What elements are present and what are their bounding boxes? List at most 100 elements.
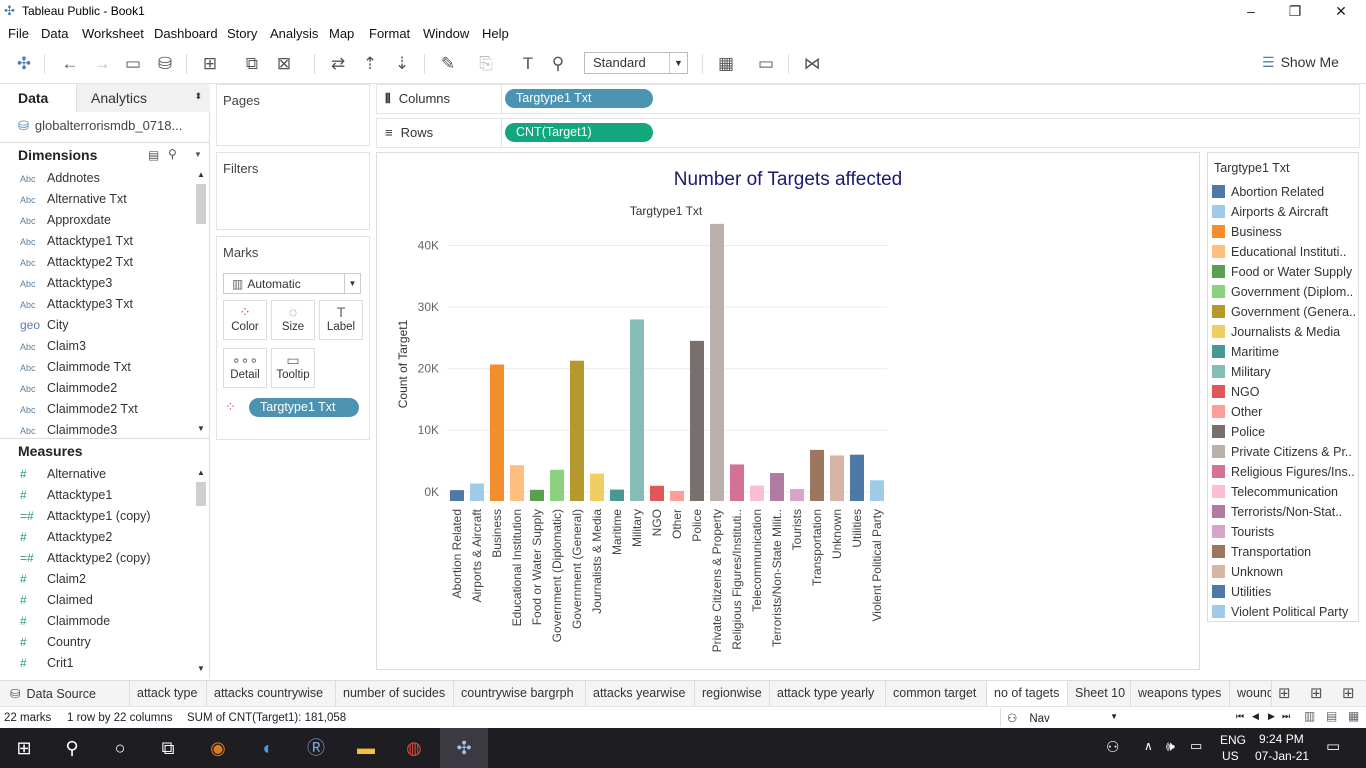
swap-icon[interactable]: ⇄ — [326, 52, 350, 76]
dimension-field[interactable]: Abc Addnotes — [20, 171, 100, 192]
windows-start-icon[interactable]: ⊞ — [0, 728, 48, 768]
clock-time[interactable]: 9:24 PM — [1259, 732, 1304, 746]
tab-sheet[interactable]: attack type — [130, 681, 207, 706]
legend-item[interactable]: Military — [1212, 365, 1358, 385]
first-sheet-icon[interactable]: ⏮ — [1236, 711, 1244, 722]
pin-icon[interactable]: ⚲ — [546, 52, 570, 76]
menu-analysis[interactable]: Analysis — [270, 26, 318, 41]
detail-button[interactable]: ∘∘∘ Detail — [223, 348, 267, 388]
legend-item[interactable]: Maritime — [1212, 345, 1358, 365]
app-icon[interactable]: ◉ — [194, 728, 242, 768]
tab-sheet[interactable]: attack type yearly — [770, 681, 886, 706]
search-icon[interactable]: ⚲ — [48, 728, 96, 768]
duplicate-sheet-icon[interactable]: ⧉ — [240, 52, 264, 76]
new-worksheet-icon[interactable]: ⊞ — [198, 52, 222, 76]
file-explorer-icon[interactable]: ▬ — [342, 728, 390, 768]
measure-field[interactable]: =# Attacktype2 (copy) — [20, 551, 151, 572]
network-icon[interactable]: ▭ — [1190, 738, 1202, 754]
last-sheet-icon[interactable]: ⏭ — [1282, 711, 1290, 722]
r-icon[interactable]: Ⓡ — [292, 728, 340, 768]
language-primary[interactable]: ENG — [1220, 733, 1246, 747]
legend-item[interactable]: Food or Water Supply — [1212, 265, 1358, 285]
legend-item[interactable]: Unknown — [1212, 565, 1358, 585]
measure-field[interactable]: =# Attacktype1 (copy) — [20, 509, 151, 530]
legend-item[interactable]: Transportation — [1212, 545, 1358, 565]
size-button[interactable]: ◌ Size — [271, 300, 315, 340]
legend-item[interactable]: Religious Figures/Ins.. — [1212, 465, 1358, 485]
legend-item[interactable]: Government (Diplom.. — [1212, 285, 1358, 305]
dimension-field[interactable]: Abc Claim3 — [20, 339, 86, 360]
clear-sheet-icon[interactable]: ⊠ — [272, 52, 296, 76]
tab-data[interactable]: Data — [0, 84, 76, 112]
dimension-field[interactable]: Abc Claimmode Txt — [20, 360, 131, 381]
columns-pill[interactable]: Targtype1 Txt — [505, 89, 653, 108]
show-tabs-icon[interactable]: ▤ — [1326, 709, 1337, 723]
clock-date[interactable]: 07-Jan-21 — [1255, 749, 1309, 763]
chevron-down-icon[interactable]: ▼ — [194, 150, 202, 159]
menu-help[interactable]: Help — [482, 26, 509, 41]
edge-icon[interactable]: ◐ — [244, 728, 292, 768]
measure-field[interactable]: # Alternative — [20, 467, 106, 488]
dimension-field[interactable]: Abc Claimmode2 — [20, 381, 117, 402]
tableau-home-icon[interactable]: ✣ — [12, 52, 36, 76]
undo-icon[interactable]: ← — [58, 52, 82, 76]
legend-item[interactable]: NGO — [1212, 385, 1358, 405]
legend-item[interactable]: Business — [1212, 225, 1358, 245]
tab-data-source[interactable]: ⛁ Data Source — [0, 681, 130, 706]
color-field-pill[interactable]: Targtype1 Txt — [249, 398, 359, 417]
text-label-icon[interactable]: T — [516, 52, 540, 76]
legend-item[interactable]: Government (Genera.. — [1212, 305, 1358, 325]
label-button[interactable]: T Label — [319, 300, 363, 340]
legend-item[interactable]: Utilities — [1212, 585, 1358, 605]
new-worksheet-icon[interactable]: ⊞ — [1278, 684, 1291, 702]
tab-sheet[interactable]: countrywise bargrph — [454, 681, 586, 706]
measure-field[interactable]: # Claimed — [20, 593, 93, 614]
tab-sheet[interactable]: wounded — [1230, 681, 1272, 706]
user-select[interactable]: ⚇ Nav ▼ — [1000, 708, 1124, 727]
dimensions-scroll-thumb[interactable] — [196, 184, 206, 224]
menu-dashboard[interactable]: Dashboard — [154, 26, 218, 41]
rows-shelf[interactable]: ≡ Rows CNT(Target1) — [376, 118, 1360, 148]
measure-field[interactable]: # Crit1 — [20, 656, 73, 677]
new-story-icon[interactable]: ⊞ — [1342, 684, 1355, 702]
task-view-icon[interactable]: ⧉ — [144, 728, 192, 768]
sort-ascending-icon[interactable]: ⇡ — [358, 52, 382, 76]
group-icon[interactable]: ⎘ — [474, 52, 498, 76]
presentation-icon[interactable]: ▭ — [754, 52, 778, 76]
volume-icon[interactable]: 🕪 — [1166, 738, 1175, 755]
minimize-button[interactable]: – — [1228, 0, 1274, 22]
dimension-field[interactable]: Abc Attacktype1 Txt — [20, 234, 133, 255]
pages-card[interactable]: Pages — [216, 84, 370, 146]
dimension-field[interactable]: Abc Claimmode2 Txt — [20, 402, 138, 423]
menu-map[interactable]: Map — [329, 26, 354, 41]
new-dashboard-icon[interactable]: ⊞ — [1310, 684, 1323, 702]
save-icon[interactable]: ▭ — [121, 52, 145, 76]
datasource-item[interactable]: ⛁ globalterrorismdb_0718... — [18, 118, 182, 134]
menu-data[interactable]: Data — [41, 26, 68, 41]
share-icon[interactable]: ⋈ — [800, 52, 824, 76]
tab-active-sheet[interactable]: no of tagets — [987, 681, 1068, 706]
redo-icon[interactable]: → — [90, 52, 114, 76]
legend-item[interactable]: Terrorists/Non-Stat.. — [1212, 505, 1358, 525]
dimension-field[interactable]: Abc Attacktype2 Txt — [20, 255, 133, 276]
tab-sheet[interactable]: weapons types — [1131, 681, 1230, 706]
scroll-down-icon[interactable]: ▼ — [197, 664, 205, 673]
sort-descending-icon[interactable]: ⇣ — [390, 52, 414, 76]
legend-item[interactable]: Police — [1212, 425, 1358, 445]
dimension-field[interactable]: Abc Attacktype3 — [20, 276, 112, 297]
dimension-field[interactable]: Abc Approxdate — [20, 213, 111, 234]
cortana-icon[interactable]: ○ — [96, 728, 144, 768]
show-filmstrip-icon[interactable]: ▥ — [1304, 709, 1315, 723]
legend-item[interactable]: Journalists & Media — [1212, 325, 1358, 345]
tooltip-button[interactable]: ▭ Tooltip — [271, 348, 315, 388]
notifications-icon[interactable]: ▭ — [1326, 737, 1340, 755]
tab-sheet[interactable]: attacks countrywise — [207, 681, 336, 706]
measures-scroll-thumb[interactable] — [196, 482, 206, 506]
legend-item[interactable]: Airports & Aircraft — [1212, 205, 1358, 225]
dimension-field[interactable]: geo City — [20, 318, 69, 339]
language-region[interactable]: US — [1222, 749, 1239, 763]
legend-item[interactable]: Other — [1212, 405, 1358, 425]
tab-sheet[interactable]: common target — [886, 681, 987, 706]
view-toggle-icon[interactable]: ▤ — [148, 148, 159, 162]
legend-item[interactable]: Tourists — [1212, 525, 1358, 545]
